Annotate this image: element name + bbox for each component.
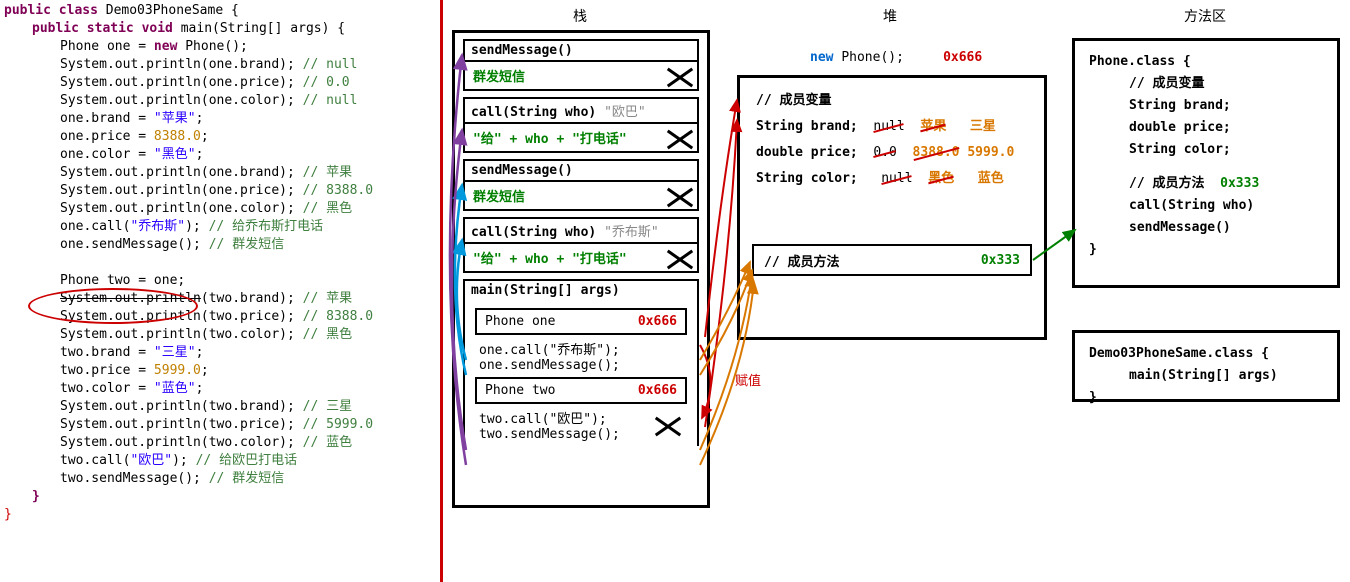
code-line-highlighted: Phone two = one;	[4, 272, 436, 290]
code-line: }	[4, 488, 436, 506]
code-line: two.sendMessage(); // 群发短信	[4, 470, 436, 488]
var-phone-two: Phone two 0x666	[475, 377, 687, 404]
stack-title: 栈	[450, 0, 710, 32]
cross-icon	[665, 124, 695, 151]
code-line: System.out.println(two.brand); // 三星	[4, 398, 436, 416]
code-line: Phone one = new Phone();	[4, 38, 436, 56]
code-line: System.out.println(one.price); // 0.0	[4, 74, 436, 92]
code-line: System.out.println(one.brand); // 苹果	[4, 164, 436, 182]
code-line: two.price = 5999.0;	[4, 362, 436, 380]
code-line: two.call("欧巴"); // 给欧巴打电话	[4, 452, 436, 470]
method-area-phone-class: Phone.class { // 成员变量 String brand; doub…	[1072, 38, 1340, 288]
heap-new-line: new Phone(); 0x666	[810, 50, 982, 65]
code-line: System.out.println(one.color); // 黑色	[4, 200, 436, 218]
stack-frame-sendMessage: sendMessage() 群发短信	[463, 159, 699, 211]
stack-frame-sendMessage: sendMessage() 群发短信	[463, 39, 699, 91]
code-line: System.out.println(two.price); // 8388.0	[4, 308, 436, 326]
code-line: public class Demo03PhoneSame {	[4, 2, 436, 20]
member-var-comment: // 成员变量	[756, 88, 1028, 114]
code-line: System.out.println(two.brand); // 苹果	[4, 290, 436, 308]
stack-container: sendMessage() 群发短信 call(String who) "欧巴"…	[452, 30, 710, 508]
method-area-title: 方法区	[1070, 0, 1340, 32]
heap-field: String color; null 黑色 蓝色	[756, 166, 1028, 192]
stack-frame-call: call(String who) "欧巴" "给" + who + "打电话"	[463, 97, 699, 153]
code-line: two.brand = "三星";	[4, 344, 436, 362]
code-line: one.price = 8388.0;	[4, 128, 436, 146]
code-line: two.color = "蓝色";	[4, 380, 436, 398]
code-line: public static void main(String[] args) {	[4, 20, 436, 38]
call-line: one.call("乔布斯");	[473, 339, 689, 358]
code-line: System.out.println(one.color); // null	[4, 92, 436, 110]
var-phone-one: Phone one 0x666	[475, 308, 687, 335]
code-line: one.call("乔布斯"); // 给乔布斯打电话	[4, 218, 436, 236]
heap-object: // 成员变量 String brand; null 苹果 三星 double …	[737, 75, 1047, 340]
cross-icon	[665, 62, 695, 89]
stack-frame-main: main(String[] args) Phone one 0x666 one.…	[463, 279, 699, 446]
heap-field: String brand; null 苹果 三星	[756, 114, 1028, 140]
heap-member-method: // 成员方法 0x333	[752, 244, 1032, 276]
cross-icon	[665, 244, 695, 271]
method-area-demo-class: Demo03PhoneSame.class { main(String[] ar…	[1072, 330, 1340, 402]
source-code-panel: public class Demo03PhoneSame { public st…	[0, 0, 440, 582]
code-line	[4, 254, 436, 272]
code-line: }	[4, 506, 436, 524]
code-line: System.out.println(one.brand); // null	[4, 56, 436, 74]
heap-field: double price; 0.0 8388.0 5999.0	[756, 140, 1028, 166]
code-line: one.color = "黑色";	[4, 146, 436, 164]
call-line: one.sendMessage();	[473, 358, 689, 373]
cross-icon	[665, 182, 695, 209]
code-line: System.out.println(two.price); // 5999.0	[4, 416, 436, 434]
heap-title: 堆	[730, 0, 1050, 32]
code-line: System.out.println(two.color); // 蓝色	[4, 434, 436, 452]
cross-icon	[653, 408, 683, 442]
code-line: System.out.println(one.price); // 8388.0	[4, 182, 436, 200]
code-line: System.out.println(two.color); // 黑色	[4, 326, 436, 344]
code-line: one.brand = "苹果";	[4, 110, 436, 128]
assign-label: 赋值	[735, 370, 761, 389]
code-line: one.sendMessage(); // 群发短信	[4, 236, 436, 254]
divider	[440, 0, 443, 582]
stack-frame-call: call(String who) "乔布斯" "给" + who + "打电话"	[463, 217, 699, 273]
